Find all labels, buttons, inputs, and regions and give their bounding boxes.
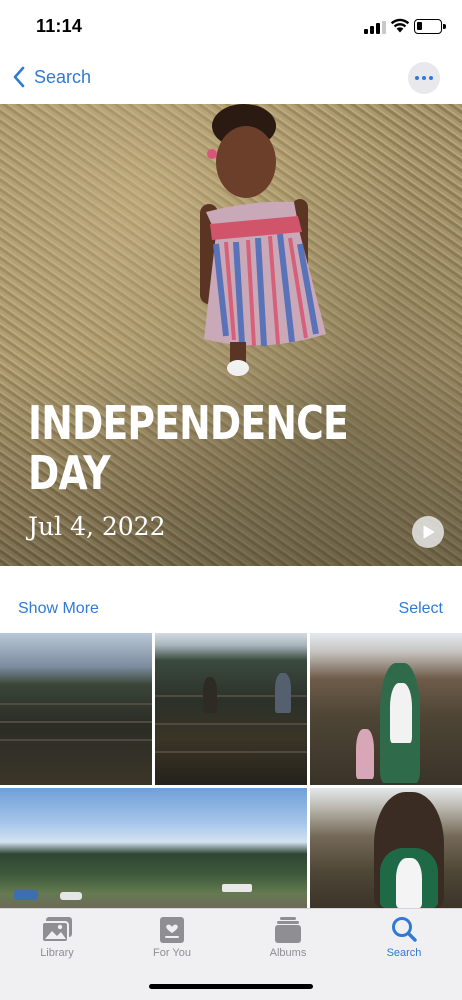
play-icon [423,525,435,539]
select-button[interactable]: Select [399,600,443,618]
tab-library-label: Library [40,947,74,959]
for-you-icon [160,917,184,943]
play-memory-button[interactable] [412,516,444,548]
back-button-label: Search [34,66,92,87]
show-more-button[interactable]: Show More [18,600,99,618]
more-options-button[interactable] [408,62,440,94]
tab-for-you[interactable]: For You [132,915,212,971]
photo-thumbnail[interactable] [310,788,462,908]
memory-title: INDEPENDENCE DAY [28,396,349,500]
tab-library[interactable]: Library [17,915,97,971]
home-indicator[interactable] [149,984,313,989]
back-button[interactable]: Search [12,62,91,92]
navigation-bar: Search [0,52,462,104]
status-bar: 11:14 [0,0,462,52]
battery-icon [414,19,446,34]
albums-icon [275,917,301,943]
tab-for-you-label: For You [153,947,191,959]
tab-search-label: Search [386,947,422,959]
tab-albums-label: Albums [269,947,307,959]
memory-date: Jul 4, 2022 [28,512,166,541]
status-time: 11:14 [36,16,83,36]
tab-search[interactable]: Search [364,915,444,971]
photo-thumbnail[interactable] [310,633,462,785]
photo-thumbnail[interactable] [0,633,152,785]
cellular-signal-icon [364,21,386,34]
ellipsis-icon [415,76,419,80]
chevron-left-icon [13,66,25,88]
memory-cover-photo[interactable]: INDEPENDENCE DAY Jul 4, 2022 [0,104,462,566]
search-icon [392,917,417,942]
photo-library-icon [41,917,72,943]
wifi-icon [390,18,410,33]
tab-albums[interactable]: Albums [248,915,328,971]
child-in-striped-dress-photo [200,104,326,376]
photo-thumbnail[interactable] [0,788,307,908]
photo-thumbnail[interactable] [155,633,307,785]
photos-section-header: Show More Select [0,596,462,624]
